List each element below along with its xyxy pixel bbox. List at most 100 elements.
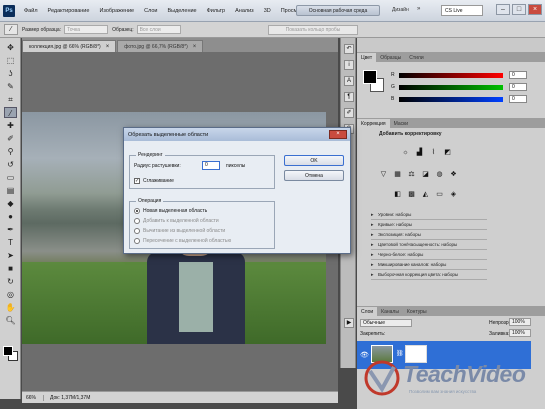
menu-3[interactable]: Слои	[139, 8, 162, 14]
panel-tab[interactable]: Образцы	[376, 53, 405, 62]
expand-arrow-icon[interactable]: ▸	[371, 212, 378, 218]
smoothing-checkbox[interactable]: ✓	[134, 178, 140, 184]
tab-close-icon[interactable]: ×	[193, 44, 197, 50]
sample-size-select[interactable]: Точка	[64, 25, 109, 34]
crop-tool-icon[interactable]: ⌗	[4, 94, 17, 105]
history-panel-icon[interactable]: ↶	[344, 44, 354, 54]
blend-mode-select[interactable]: Обычные	[360, 319, 412, 327]
document-tab[interactable]: коллекция.jpg @ 66% (RGB/8*) ×	[22, 40, 117, 52]
ok-button[interactable]: OK	[284, 155, 344, 166]
menu-4[interactable]: Выделение	[162, 8, 201, 14]
healing-brush-tool-icon[interactable]: ✚	[4, 120, 17, 131]
eyedropper-tool-icon[interactable]: ⁄	[4, 107, 17, 118]
adjustment-preset-item[interactable]: ▸ Уровни: наборы	[371, 210, 487, 220]
adjustment-preset-item[interactable]: ▸ Кривые: наборы	[371, 220, 487, 230]
pen-tool-icon[interactable]: ✒	[4, 224, 17, 235]
maximize-icon[interactable]: □	[512, 4, 526, 15]
expand-arrow-icon[interactable]: ▸	[371, 262, 378, 268]
expand-arrow-icon[interactable]: ▸	[371, 252, 378, 258]
shape-tool-icon[interactable]: ■	[4, 263, 17, 274]
cancel-button[interactable]: Отмена	[284, 170, 344, 181]
threshold-icon[interactable]: ◭	[421, 190, 430, 199]
gradient-map-icon[interactable]: ▭	[435, 190, 444, 199]
menu-7[interactable]: 3D	[259, 8, 276, 14]
adjustment-preset-item[interactable]: ▸ Черно-белое: наборы	[371, 250, 487, 260]
eraser-tool-icon[interactable]: ▭	[4, 172, 17, 183]
invert-icon[interactable]: ◧	[393, 190, 402, 199]
operation-radio[interactable]	[134, 218, 140, 224]
menu-6[interactable]: Анализ	[230, 8, 259, 14]
expand-arrow-icon[interactable]: ▸	[371, 222, 378, 228]
chevron-right-icon[interactable]: »	[417, 6, 420, 12]
feather-radius-input[interactable]: 0	[202, 161, 220, 170]
photo-filter-icon[interactable]: ◍	[435, 170, 444, 179]
operation-radio[interactable]	[134, 208, 140, 214]
gradient-tool-icon[interactable]: ▤	[4, 185, 17, 196]
color-slider[interactable]	[399, 73, 503, 78]
zoom-level[interactable]: 66%	[22, 394, 44, 401]
panel-tab[interactable]: Каналы	[377, 307, 403, 316]
panel-tab[interactable]: Коррекция	[357, 119, 390, 128]
quick-selection-tool-icon[interactable]: ✎	[4, 81, 17, 92]
move-tool-icon[interactable]: ✥	[4, 42, 17, 53]
tab-close-icon[interactable]: ×	[106, 44, 110, 50]
brush-tool-icon[interactable]: ✐	[4, 133, 17, 144]
foreground-color-swatch[interactable]	[3, 346, 13, 356]
adjustment-preset-item[interactable]: ▸ Выборочная коррекция цвета: наборы	[371, 270, 487, 280]
3d-camera-tool-icon[interactable]: ◎	[4, 289, 17, 300]
cs-live-button[interactable]: CS Live	[441, 5, 483, 16]
slider-value-input[interactable]: 0	[509, 71, 527, 79]
marquee-tool-icon[interactable]: ⬚	[4, 55, 17, 66]
close-icon[interactable]: ×	[528, 4, 542, 15]
color-slider[interactable]	[399, 85, 503, 90]
eyedropper-icon[interactable]: ⁄	[4, 24, 18, 35]
expand-arrow-icon[interactable]: ▸	[371, 272, 378, 278]
workspace-button[interactable]: Основная рабочая среда	[296, 5, 380, 16]
curves-icon[interactable]: ⌇	[429, 148, 438, 157]
posterize-icon[interactable]: ▩	[407, 190, 416, 199]
menu-5[interactable]: Фильтр	[202, 8, 230, 14]
color-balance-icon[interactable]: ⚖	[407, 170, 416, 179]
history-brush-tool-icon[interactable]: ↺	[4, 159, 17, 170]
selective-color-icon[interactable]: ◈	[449, 190, 458, 199]
info-panel-icon[interactable]: i	[344, 60, 354, 70]
dialog-close-icon[interactable]: ×	[329, 130, 347, 139]
expand-arrow-icon[interactable]: ▸	[371, 242, 378, 248]
slider-value-input[interactable]: 0	[509, 83, 527, 91]
hue-saturation-icon[interactable]: ▦	[393, 170, 402, 179]
operation-radio[interactable]	[134, 228, 140, 234]
levels-icon[interactable]: ▟	[415, 148, 424, 157]
paragraph-panel-icon[interactable]: ¶	[344, 92, 354, 102]
actions-panel-icon[interactable]: ▶	[344, 318, 354, 328]
panel-foreground-swatch[interactable]	[363, 70, 377, 84]
blur-tool-icon[interactable]: ◆	[4, 198, 17, 209]
zoom-tool-icon[interactable]: 🔍︎	[4, 315, 17, 326]
sample-select[interactable]: Все слои	[136, 25, 181, 34]
panel-tab[interactable]: Стили	[405, 53, 427, 62]
vibrance-icon[interactable]: ▽	[379, 170, 388, 179]
clone-stamp-tool-icon[interactable]: ⚲	[4, 146, 17, 157]
exposure-icon[interactable]: ◩	[443, 148, 452, 157]
channel-mixer-icon[interactable]: ❖	[449, 170, 458, 179]
adjustment-preset-item[interactable]: ▸ Микширование каналов: наборы	[371, 260, 487, 270]
panel-tab[interactable]: Слои	[357, 307, 378, 316]
workspace-design-label[interactable]: Дизайн	[392, 7, 409, 13]
brush-panel-icon[interactable]: ✐	[344, 108, 354, 118]
character-panel-icon[interactable]: A	[344, 76, 354, 86]
path-selection-tool-icon[interactable]: ➤	[4, 250, 17, 261]
slider-value-input[interactable]: 0	[509, 95, 527, 103]
panel-tab[interactable]: Цвет	[357, 53, 377, 62]
panel-tab[interactable]: Контуры	[403, 307, 431, 316]
operation-radio[interactable]	[134, 238, 140, 244]
3d-rotate-tool-icon[interactable]: ↻	[4, 276, 17, 287]
menu-2[interactable]: Изображение	[94, 8, 139, 14]
minimize-icon[interactable]: –	[496, 4, 510, 15]
expand-arrow-icon[interactable]: ▸	[371, 232, 378, 238]
color-slider[interactable]	[399, 97, 503, 102]
brightness-contrast-icon[interactable]: ☼	[401, 148, 410, 157]
show-sampling-ring-checkbox[interactable]: Показать кольцо пробы	[268, 25, 358, 35]
type-tool-icon[interactable]: T	[4, 237, 17, 248]
opacity-input[interactable]: 100%	[509, 318, 531, 326]
adjustment-preset-item[interactable]: ▸ Цветовой тон/Насыщенность: наборы	[371, 240, 487, 250]
menu-1[interactable]: Редактирование	[43, 8, 95, 14]
